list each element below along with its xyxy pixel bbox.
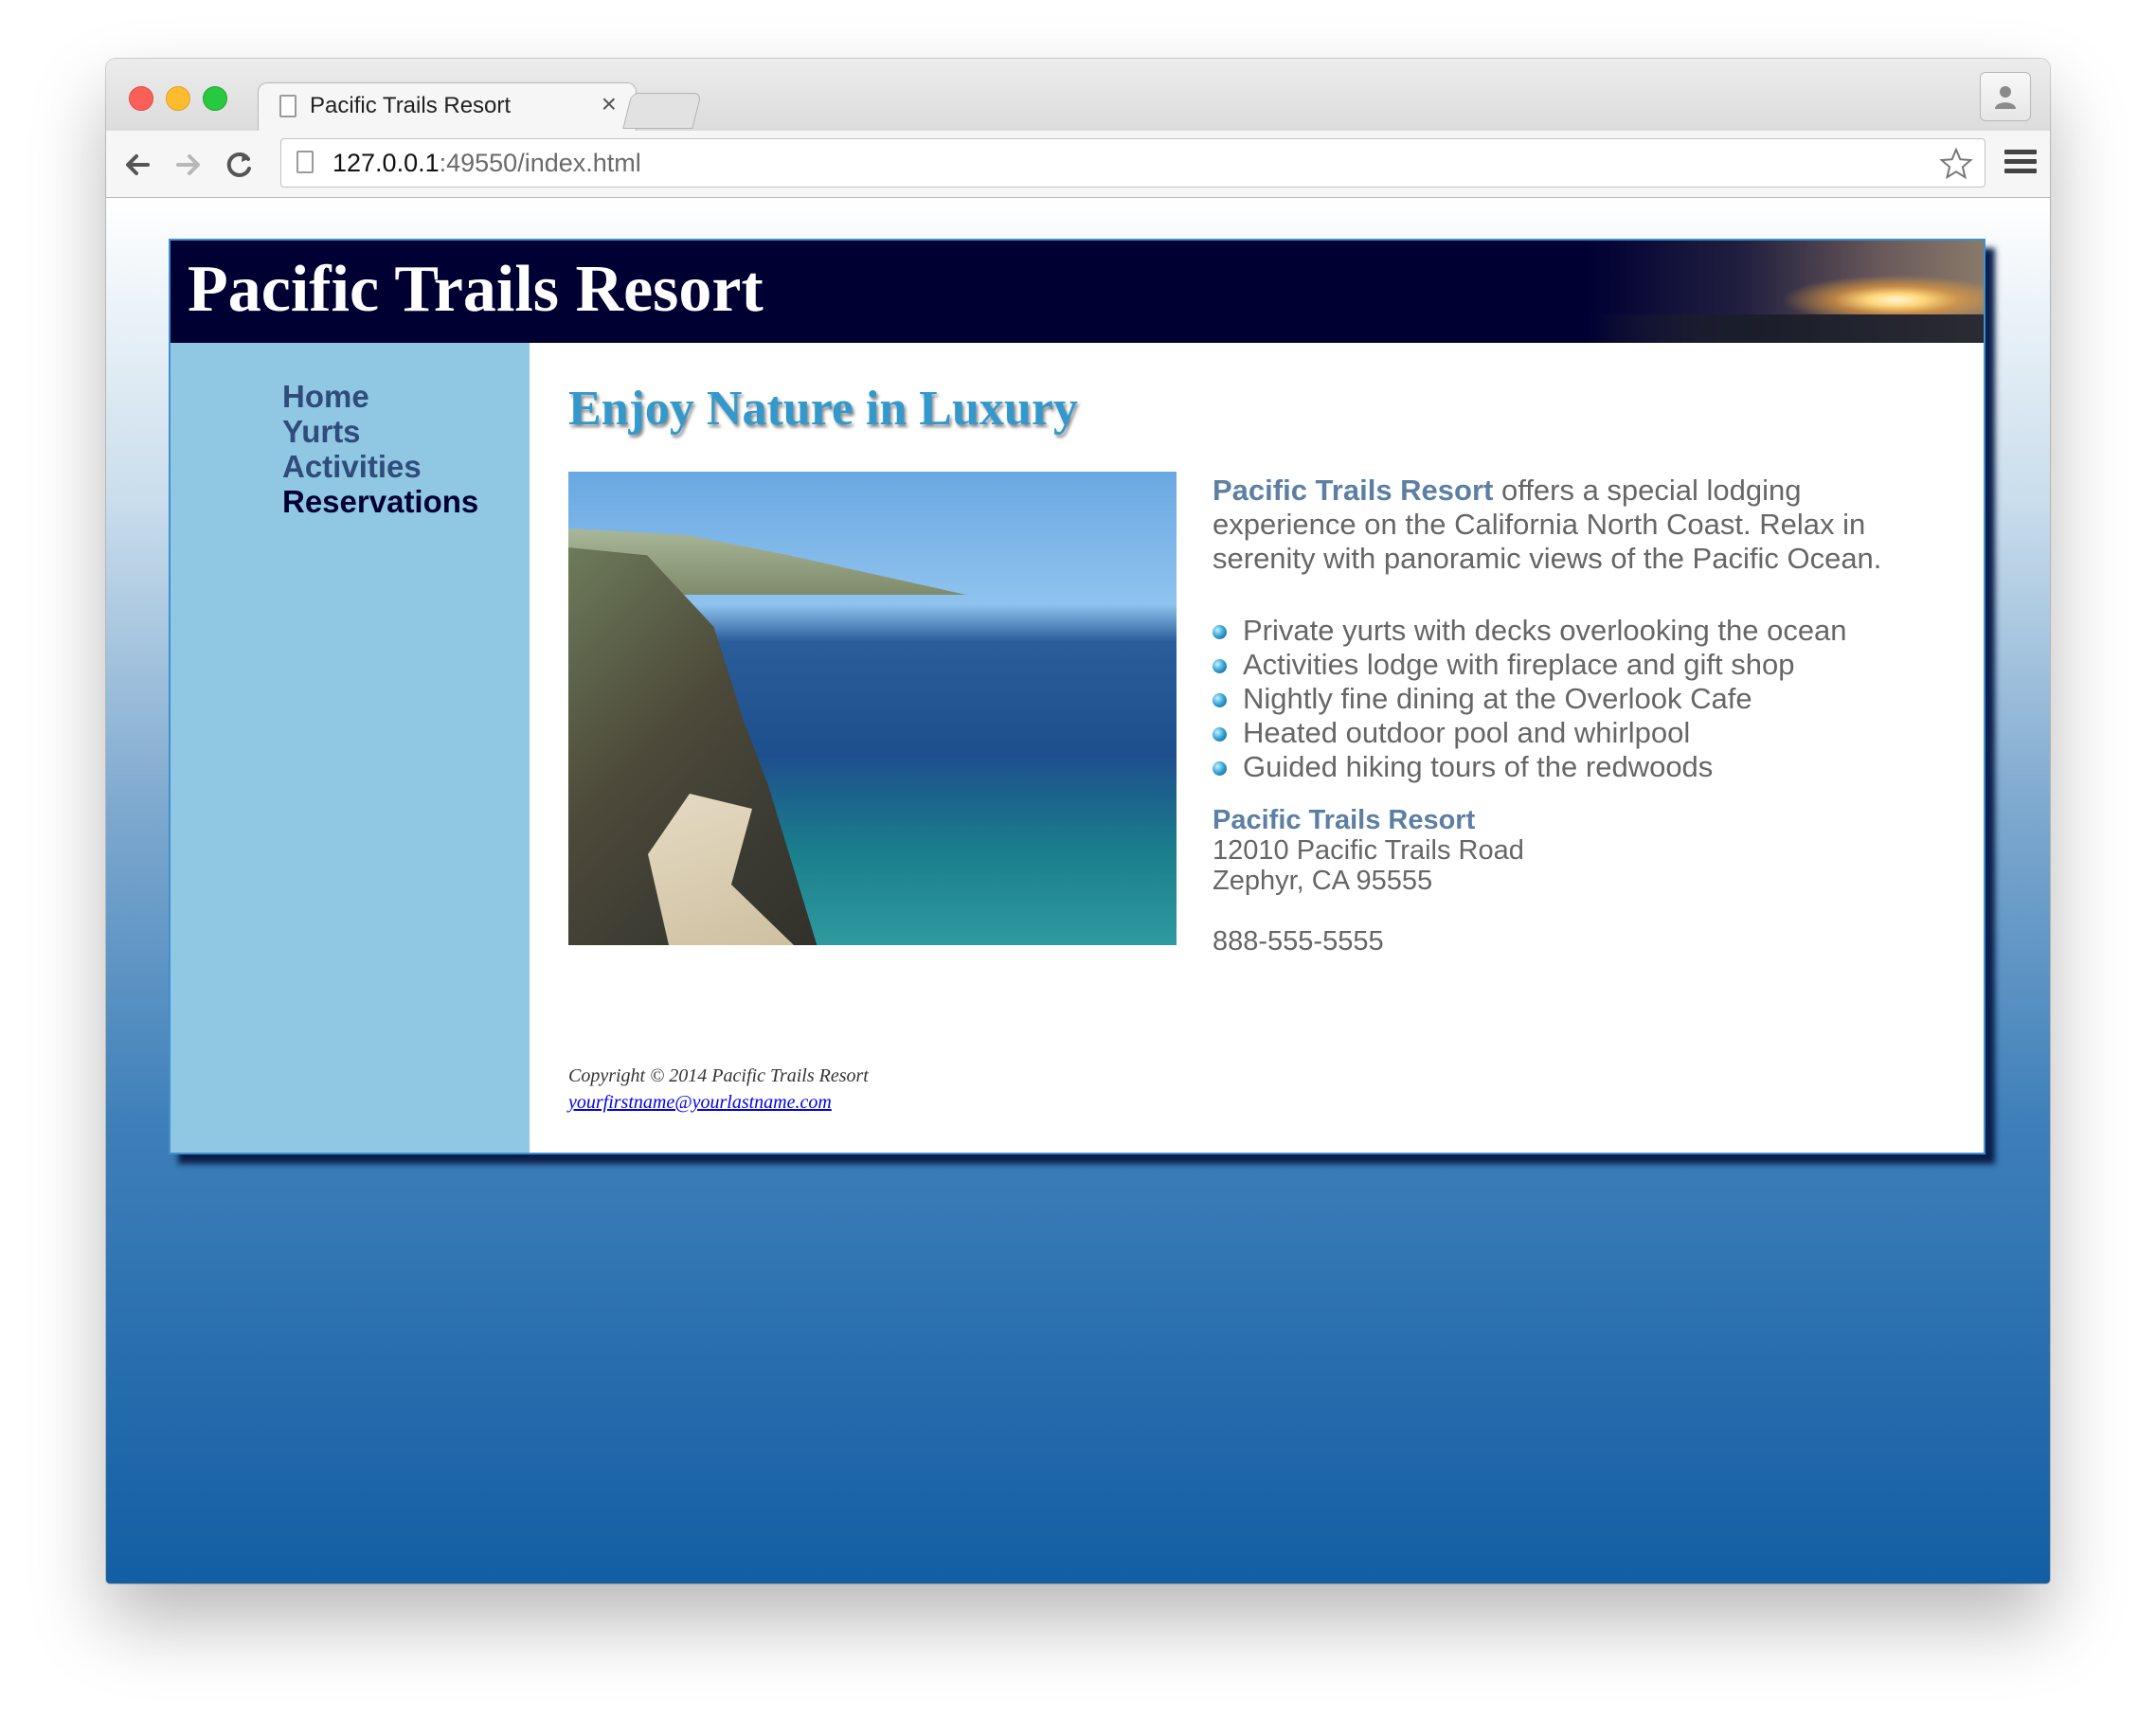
page-heading: Enjoy Nature in Luxury [568, 382, 1078, 436]
nav-list: Home Yurts Activities Reservations [282, 379, 478, 519]
bullet-icon [1213, 659, 1227, 673]
zoom-window-button[interactable] [203, 86, 227, 111]
list-item: Heated outdoor pool and whirlpool [1213, 716, 1847, 750]
url-text[interactable]: 127.0.0.1:49550/index.html [332, 149, 641, 178]
site-header: Pacific Trails Resort [171, 241, 1984, 343]
minimize-window-button[interactable] [166, 86, 190, 111]
page-icon [279, 95, 296, 117]
nav-item-reservations: Reservations [282, 484, 478, 519]
list-item: Private yurts with decks overlooking the… [1213, 614, 1847, 648]
tab-title: Pacific Trails Resort [310, 93, 512, 118]
intro-paragraph: Pacific Trails Resort offers a special l… [1213, 474, 1932, 576]
bullet-icon [1213, 693, 1227, 707]
coastline-photo [568, 472, 1177, 945]
nav-link-activities[interactable]: Activities [282, 449, 422, 484]
address-bar[interactable]: 127.0.0.1:49550/index.html [280, 138, 1985, 188]
phone-number: 888-555-5555 [1213, 926, 1384, 957]
address-name: Pacific Trails Resort [1213, 805, 1476, 835]
contact-address: Pacific Trails Resort 12010 Pacific Trai… [1213, 805, 1524, 957]
sidebar-nav: Home Yurts Activities Reservations [171, 343, 530, 1153]
nav-link-reservations[interactable]: Reservations [282, 484, 478, 519]
nav-item-activities: Activities [282, 449, 478, 484]
profile-button[interactable] [1980, 72, 2031, 121]
address-street: 12010 Pacific Trails Road [1213, 835, 1524, 866]
main-content: Enjoy Nature in Luxury Pacific Trails Re… [568, 343, 1970, 1153]
new-tab-button[interactable] [622, 93, 702, 129]
page-viewport: Pacific Trails Resort Home Yurts Activit… [106, 198, 2050, 1583]
list-item: Activities lodge with fireplace and gift… [1213, 648, 1847, 682]
features-list: Private yurts with decks overlooking the… [1213, 614, 1847, 784]
list-item: Nightly fine dining at the Overlook Cafe [1213, 682, 1847, 716]
footer-email-link[interactable]: yourfirstname@yourlastname.com [568, 1092, 832, 1113]
nav-link-home[interactable]: Home [282, 379, 369, 414]
star-icon[interactable] [1939, 147, 1973, 181]
bullet-icon [1213, 625, 1227, 639]
profile-icon [1995, 86, 2016, 109]
browser-window: Pacific Trails Resort × 127.0.0.1:49550/… [106, 59, 2050, 1583]
copyright-text: Copyright © 2014 Pacific Trails Resort [568, 1065, 869, 1086]
forward-icon[interactable] [169, 146, 207, 184]
bullet-icon [1213, 727, 1227, 742]
tab-close-icon[interactable]: × [602, 89, 617, 119]
site-container: Pacific Trails Resort Home Yurts Activit… [169, 239, 1985, 1154]
browser-toolbar: 127.0.0.1:49550/index.html [106, 131, 2050, 198]
address-city: Zephyr, CA 95555 [1213, 866, 1433, 896]
intro-brand: Pacific Trails Resort [1213, 474, 1494, 507]
close-window-button[interactable] [129, 86, 153, 111]
nav-link-yurts[interactable]: Yurts [282, 414, 361, 449]
back-icon[interactable] [119, 146, 157, 184]
page-footer: Copyright © 2014 Pacific Trails Resort y… [568, 1063, 869, 1116]
title-bar: Pacific Trails Resort × [106, 59, 2050, 133]
page-icon [296, 151, 314, 173]
list-item: Guided hiking tours of the redwoods [1213, 750, 1847, 784]
browser-tab[interactable]: Pacific Trails Resort × [258, 82, 637, 133]
site-title: Pacific Trails Resort [188, 253, 764, 326]
sunset-coastline [1586, 314, 1984, 343]
nav-item-home: Home [282, 379, 478, 414]
bullet-icon [1213, 761, 1227, 776]
nav-item-yurts: Yurts [282, 414, 478, 449]
reload-icon[interactable] [220, 146, 258, 184]
menu-icon[interactable] [2004, 146, 2037, 178]
